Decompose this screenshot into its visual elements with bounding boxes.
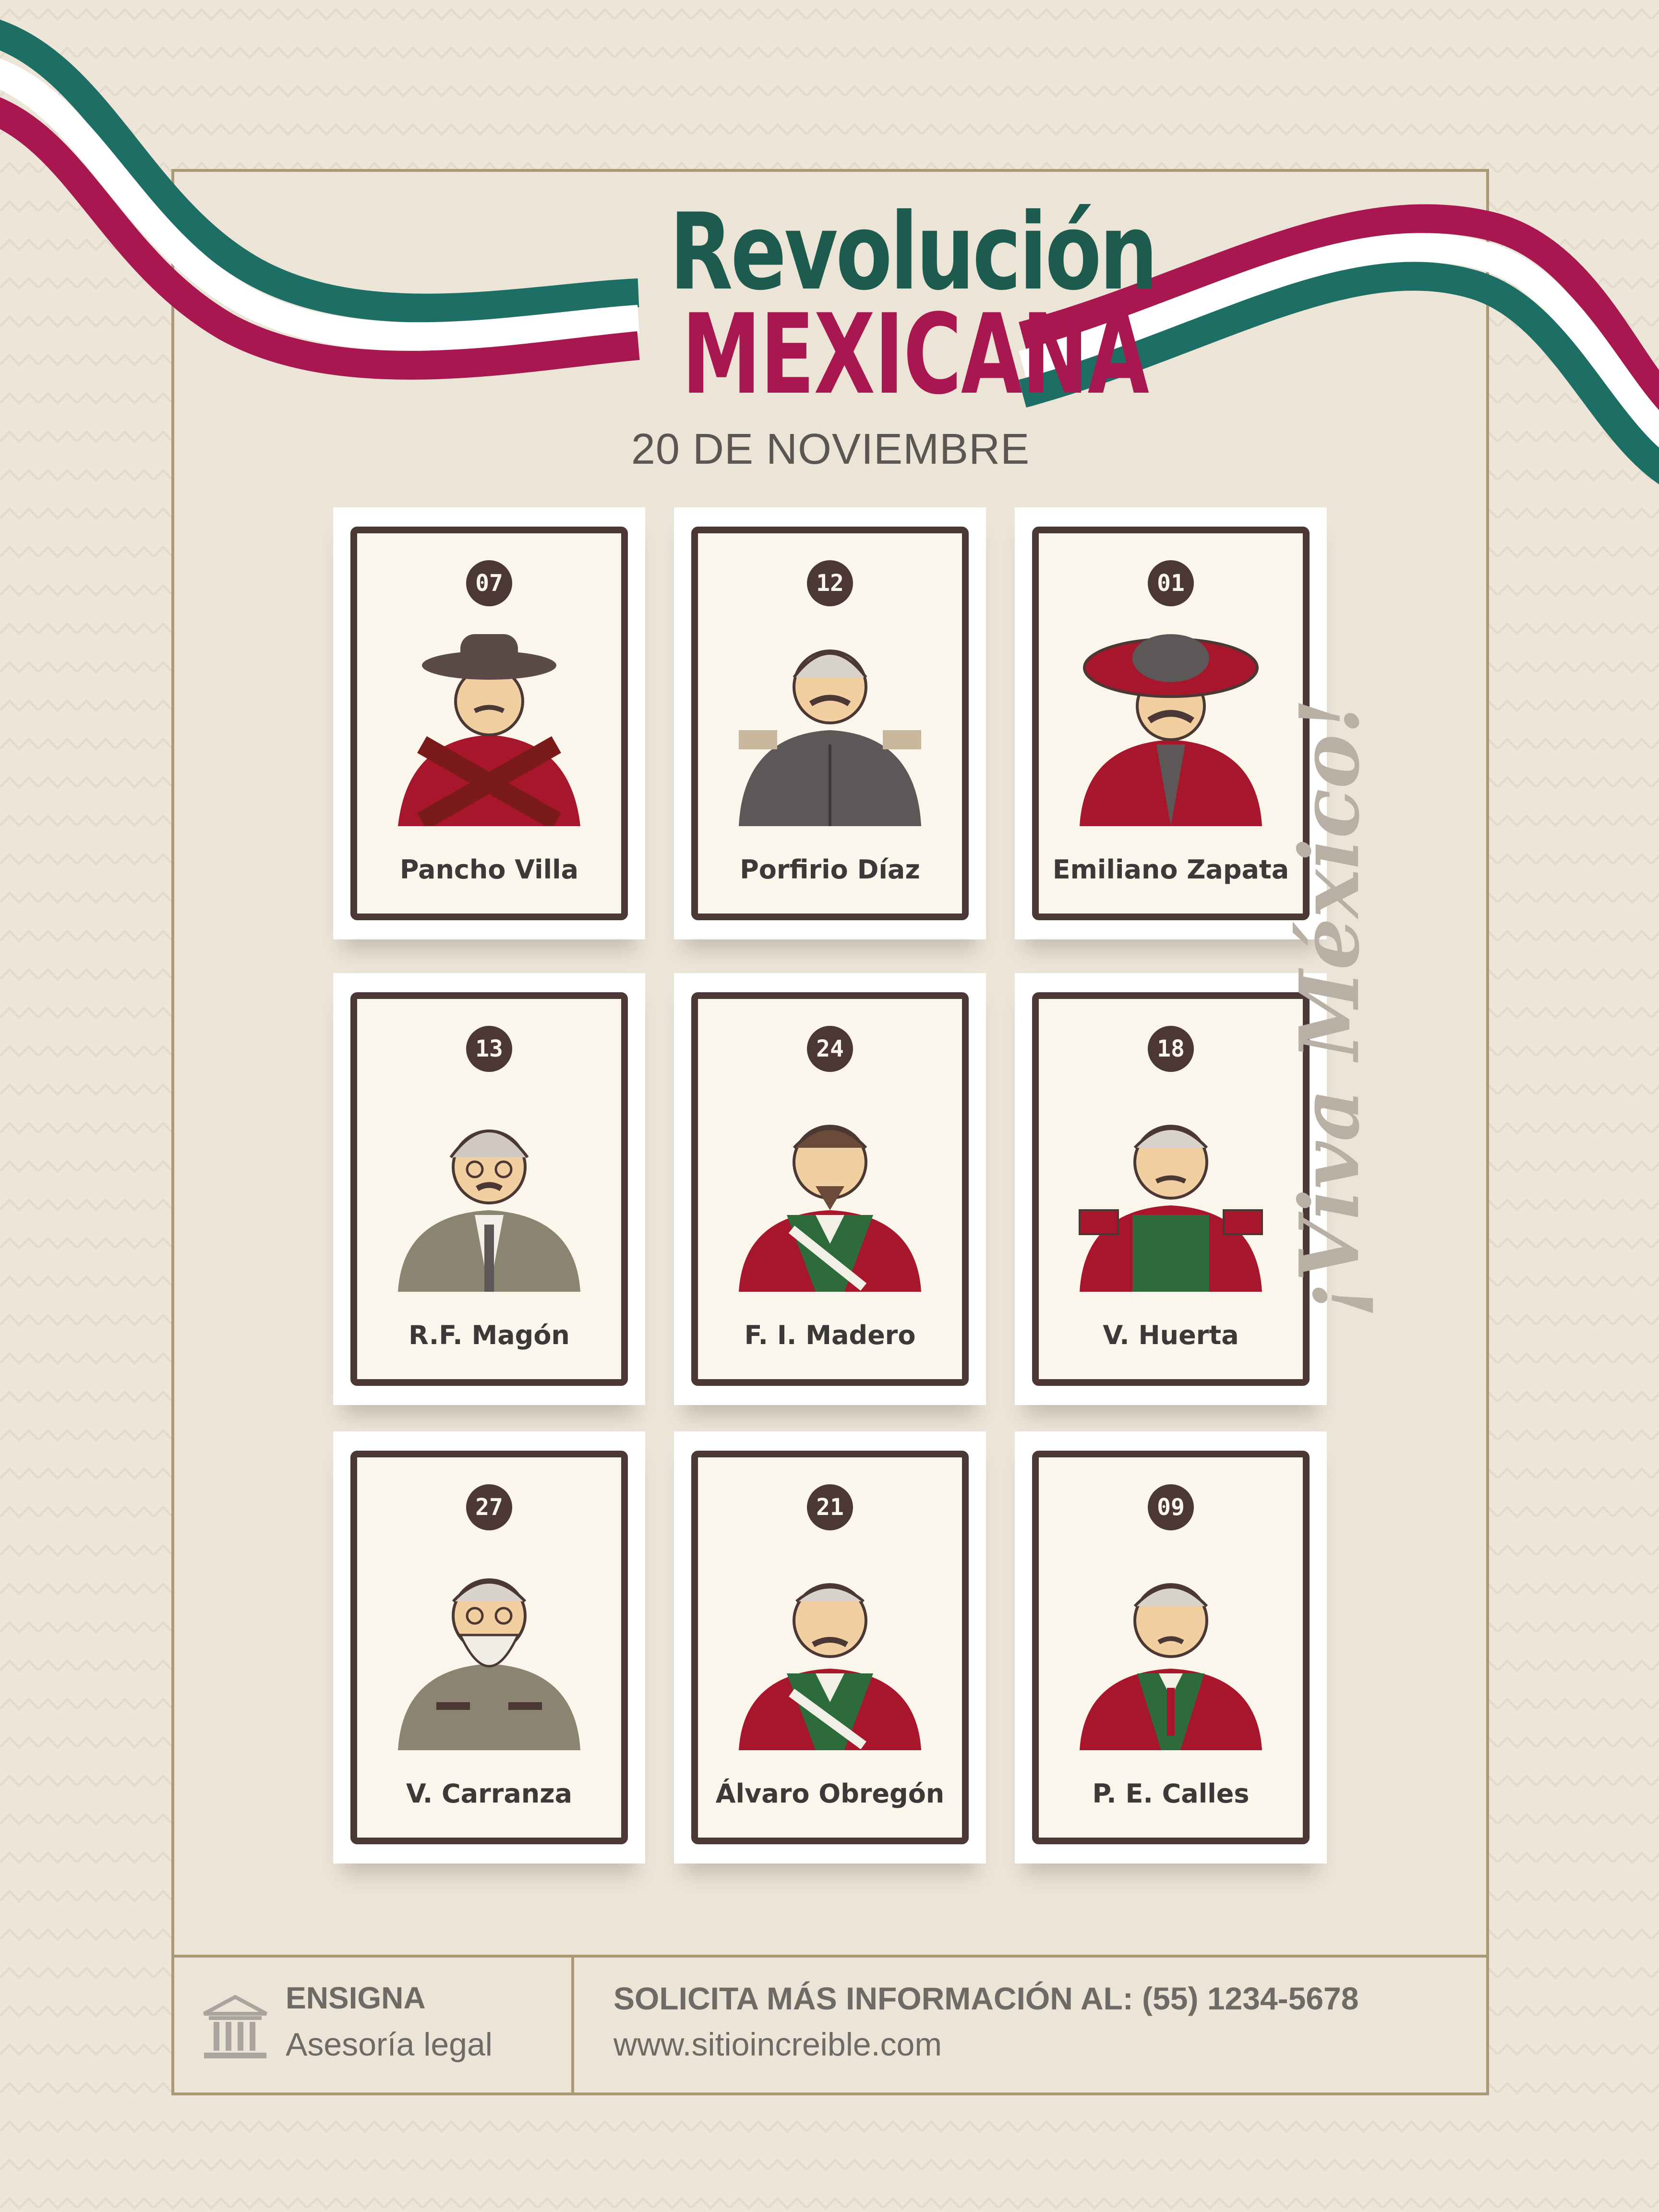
portrait-icon xyxy=(739,1125,921,1292)
bank-building-icon xyxy=(203,1995,267,2058)
card-v-carranza: 27 V. Carranza xyxy=(333,1431,645,1863)
card-number: 12 xyxy=(807,560,853,606)
card-porfirio-diaz: 12 Porfirio Díaz xyxy=(674,507,986,939)
footer-brand: ENSIGNA xyxy=(286,1981,426,2015)
card-rf-magon: 13 R.F. Magón xyxy=(333,973,645,1405)
title-line2: MEXICANA xyxy=(682,291,1149,419)
card-emiliano-zapata: 01 Emiliano Zapata xyxy=(1015,507,1327,939)
card-v-huerta: 18 V. Huerta xyxy=(1015,973,1327,1405)
card-pancho-villa: 07 Pancho Villa xyxy=(333,507,645,939)
card-name: R.F. Magón xyxy=(409,1320,570,1350)
date-subtitle: 20 DE NOVIEMBRE xyxy=(631,425,1030,473)
viva-mexico-side-text: ¡Viva México! xyxy=(1282,698,1378,1318)
card-number: 24 xyxy=(807,1026,853,1072)
card-name: V. Huerta xyxy=(1103,1320,1239,1350)
portrait-icon xyxy=(398,634,580,826)
card-number: 01 xyxy=(1148,560,1194,606)
card-number: 07 xyxy=(466,560,512,606)
footer xyxy=(171,1955,1489,2095)
card-number: 13 xyxy=(466,1026,512,1072)
portrait-icon xyxy=(1079,1125,1263,1292)
portrait-icon xyxy=(398,1578,580,1750)
card-pe-calles: 09 P. E. Calles xyxy=(1015,1431,1327,1863)
footer-website-link[interactable]: www.sitioincreible.com xyxy=(613,2026,942,2063)
card-name: Porfirio Díaz xyxy=(740,854,920,885)
portrait-icon xyxy=(739,649,921,826)
footer-divider xyxy=(571,1955,574,2095)
card-name: Pancho Villa xyxy=(399,854,579,885)
card-number: 27 xyxy=(466,1484,512,1530)
card-fi-madero: 24 F. I. Madero xyxy=(674,973,986,1405)
card-name: Emiliano Zapata xyxy=(1052,854,1289,885)
footer-contact-info: SOLICITA MÁS INFORMACIÓN AL: (55) 1234-5… xyxy=(613,1981,1359,2016)
card-name: V. Carranza xyxy=(406,1779,573,1809)
portrait-icon xyxy=(1080,634,1262,826)
card-number: 18 xyxy=(1148,1026,1194,1072)
card-name: F. I. Madero xyxy=(744,1320,916,1350)
card-alvaro-obregon: 21 Álvaro Obregón xyxy=(674,1431,986,1863)
portrait-icon xyxy=(739,1583,921,1750)
card-number: 09 xyxy=(1148,1484,1194,1530)
card-number: 21 xyxy=(807,1484,853,1530)
card-name: P. E. Calles xyxy=(1092,1779,1250,1809)
portrait-icon xyxy=(398,1130,580,1292)
portrait-icon xyxy=(1080,1583,1262,1750)
footer-tagline: Asesoría legal xyxy=(286,2026,493,2063)
card-name: Álvaro Obregón xyxy=(715,1779,945,1809)
